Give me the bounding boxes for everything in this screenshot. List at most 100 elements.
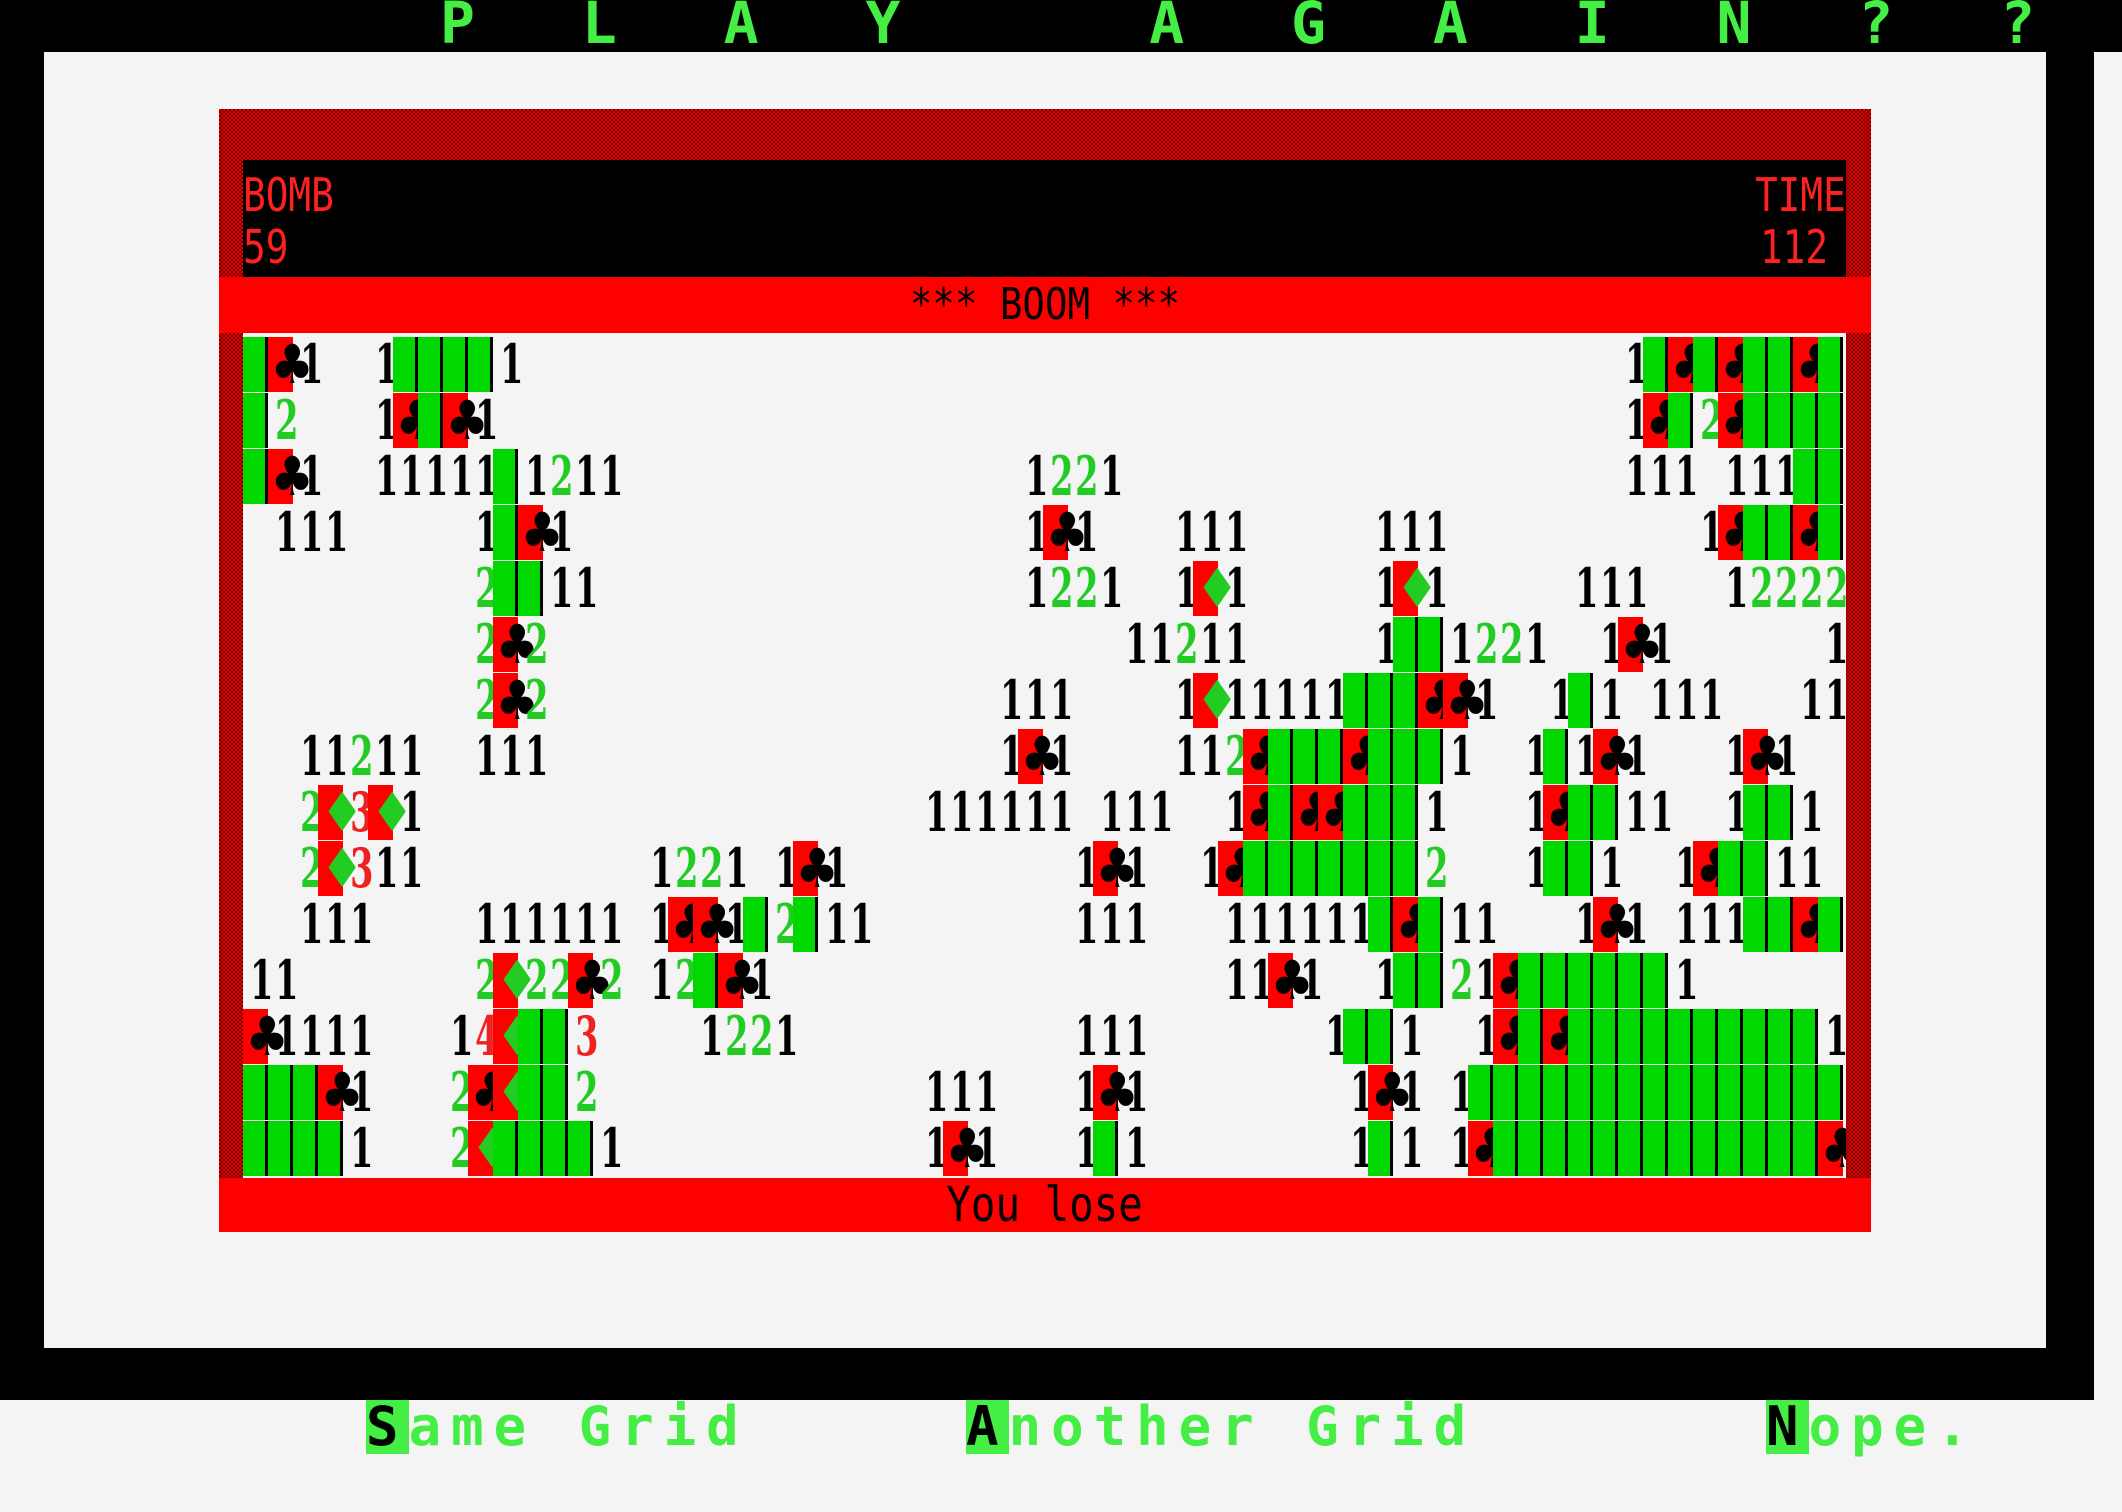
- nope-option[interactable]: Nope.: [1596, 1346, 1979, 1454]
- unrevealed-cell[interactable]: [1793, 1065, 1818, 1120]
- unrevealed-cell[interactable]: [1343, 673, 1368, 728]
- unrevealed-cell[interactable]: [1293, 841, 1318, 896]
- unrevealed-cell[interactable]: [1743, 1121, 1768, 1176]
- mine-icon[interactable]: ♣: [1268, 953, 1314, 1008]
- unrevealed-cell[interactable]: [518, 1065, 543, 1120]
- unrevealed-cell[interactable]: [1743, 1065, 1768, 1120]
- unrevealed-cell[interactable]: [1543, 1065, 1568, 1120]
- unrevealed-cell[interactable]: [1268, 785, 1293, 840]
- unrevealed-cell[interactable]: [1768, 1065, 1793, 1120]
- wrong-flag-icon[interactable]: ♦: [493, 953, 539, 1008]
- mine-icon[interactable]: ♣: [1543, 785, 1589, 840]
- unrevealed-cell[interactable]: [793, 897, 818, 952]
- unrevealed-cell[interactable]: [1368, 1009, 1393, 1064]
- wrong-flag-icon[interactable]: ♦: [368, 785, 414, 840]
- unrevealed-cell[interactable]: [1768, 337, 1793, 392]
- unrevealed-cell[interactable]: [1743, 505, 1768, 560]
- unrevealed-cell[interactable]: [1743, 393, 1768, 448]
- unrevealed-cell[interactable]: [1818, 505, 1843, 560]
- unrevealed-cell[interactable]: [1393, 785, 1418, 840]
- wrong-flag-icon[interactable]: ♦: [318, 841, 364, 896]
- wrong-flag-icon[interactable]: ♦: [1393, 561, 1439, 616]
- unrevealed-cell[interactable]: [1818, 897, 1843, 952]
- wrong-flag-icon[interactable]: ♦: [1193, 561, 1239, 616]
- mine-icon[interactable]: ♣: [1718, 393, 1764, 448]
- mine-icon[interactable]: ♣: [518, 505, 564, 560]
- mine-icon[interactable]: ♣: [1618, 617, 1664, 672]
- unrevealed-cell[interactable]: [1768, 505, 1793, 560]
- unrevealed-cell[interactable]: [1818, 393, 1843, 448]
- unrevealed-cell[interactable]: [1418, 729, 1443, 784]
- mine-icon[interactable]: ♣: [493, 617, 539, 672]
- mine-icon[interactable]: ♣: [793, 841, 839, 896]
- unrevealed-cell[interactable]: [1643, 1121, 1668, 1176]
- mine-icon[interactable]: ♣: [243, 1009, 289, 1064]
- mine-icon[interactable]: ♣: [1718, 505, 1764, 560]
- mine-icon[interactable]: ♣: [1593, 729, 1639, 784]
- unrevealed-cell[interactable]: [1818, 337, 1843, 392]
- unrevealed-cell[interactable]: [1368, 1121, 1393, 1176]
- mine-icon[interactable]: ♣: [1368, 1065, 1414, 1120]
- unrevealed-cell[interactable]: [1693, 1009, 1718, 1064]
- mine-icon[interactable]: ♣: [1793, 505, 1839, 560]
- unrevealed-cell[interactable]: [1268, 729, 1293, 784]
- unrevealed-cell[interactable]: [743, 897, 768, 952]
- unrevealed-cell[interactable]: [293, 1065, 318, 1120]
- unrevealed-cell[interactable]: [1818, 1065, 1843, 1120]
- unrevealed-cell[interactable]: [1668, 1121, 1693, 1176]
- unrevealed-cell[interactable]: [1593, 1065, 1618, 1120]
- mine-icon[interactable]: ♣: [1643, 393, 1689, 448]
- unrevealed-cell[interactable]: [1668, 393, 1693, 448]
- mine-icon[interactable]: ♣: [1543, 1009, 1589, 1064]
- unrevealed-cell[interactable]: [1393, 953, 1418, 1008]
- mine-icon[interactable]: ♣: [1393, 897, 1439, 952]
- unrevealed-cell[interactable]: [243, 337, 268, 392]
- mine-icon[interactable]: ♣: [1218, 841, 1264, 896]
- unrevealed-cell[interactable]: [1543, 841, 1568, 896]
- unrevealed-cell[interactable]: [518, 561, 543, 616]
- unrevealed-cell[interactable]: [1568, 1065, 1593, 1120]
- unrevealed-cell[interactable]: [1368, 897, 1393, 952]
- unrevealed-cell[interactable]: [1693, 1065, 1718, 1120]
- unrevealed-cell[interactable]: [1343, 1009, 1368, 1064]
- another-grid-option[interactable]: Another Grid: [796, 1346, 1476, 1454]
- unrevealed-cell[interactable]: [443, 337, 468, 392]
- mine-icon[interactable]: ♣: [1493, 953, 1539, 1008]
- unrevealed-cell[interactable]: [1618, 1009, 1643, 1064]
- unrevealed-cell[interactable]: [1518, 1009, 1543, 1064]
- unrevealed-cell[interactable]: [1743, 1009, 1768, 1064]
- unrevealed-cell[interactable]: [1368, 841, 1393, 896]
- unrevealed-cell[interactable]: [1768, 1121, 1793, 1176]
- same-grid-option[interactable]: Same Grid: [196, 1346, 749, 1454]
- mine-icon[interactable]: ♣: [568, 953, 614, 1008]
- unrevealed-cell[interactable]: [1493, 1121, 1518, 1176]
- unrevealed-cell[interactable]: [1418, 953, 1443, 1008]
- unrevealed-cell[interactable]: [468, 337, 493, 392]
- unrevealed-cell[interactable]: [293, 1121, 318, 1176]
- unrevealed-cell[interactable]: [318, 1121, 343, 1176]
- unrevealed-cell[interactable]: [1593, 953, 1618, 1008]
- unrevealed-cell[interactable]: [1643, 1009, 1668, 1064]
- unrevealed-cell[interactable]: [1793, 393, 1818, 448]
- unrevealed-cell[interactable]: [543, 1121, 568, 1176]
- unrevealed-cell[interactable]: [418, 393, 443, 448]
- unrevealed-cell[interactable]: [1418, 897, 1443, 952]
- unrevealed-cell[interactable]: [1743, 785, 1768, 840]
- unrevealed-cell[interactable]: [1518, 953, 1543, 1008]
- mine-icon[interactable]: ♣: [1718, 337, 1764, 392]
- wrong-flag-icon[interactable]: ♦: [318, 785, 364, 840]
- mine-icon[interactable]: ♣: [1018, 729, 1064, 784]
- unrevealed-cell[interactable]: [1568, 1121, 1593, 1176]
- unrevealed-cell[interactable]: [1568, 785, 1593, 840]
- unrevealed-cell[interactable]: [243, 449, 268, 504]
- unrevealed-cell[interactable]: [1643, 953, 1668, 1008]
- mine-icon[interactable]: ♣: [468, 1065, 514, 1120]
- unrevealed-cell[interactable]: [1718, 1121, 1743, 1176]
- mine-icon[interactable]: ♣: [1243, 785, 1289, 840]
- unrevealed-cell[interactable]: [568, 1121, 593, 1176]
- mine-icon[interactable]: ♣: [1043, 505, 1089, 560]
- unrevealed-cell[interactable]: [1568, 1009, 1593, 1064]
- unrevealed-cell[interactable]: [1793, 449, 1818, 504]
- mine-icon[interactable]: ♣: [1693, 841, 1739, 896]
- unrevealed-cell[interactable]: [493, 561, 518, 616]
